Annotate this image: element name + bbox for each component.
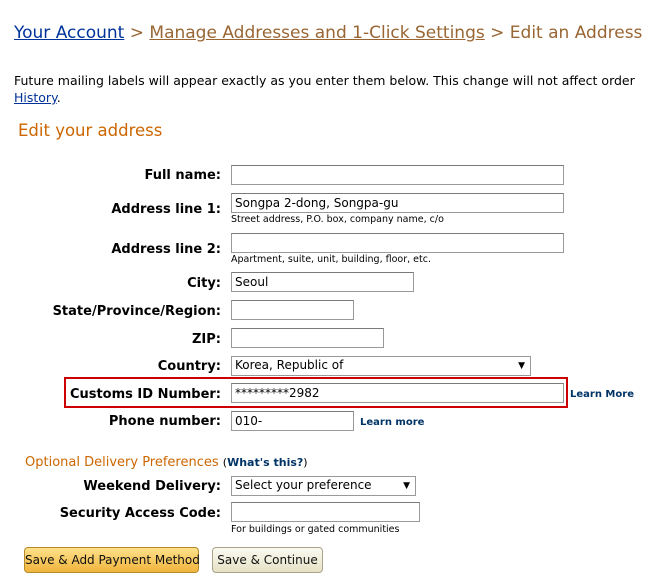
breadcrumb: Your Account > Manage Addresses and 1-Cl… [14,23,642,43]
section-title: Edit your address [18,121,163,140]
country-value: Korea, Republic of [235,358,344,372]
save-add-payment-button[interactable]: Save & Add Payment Method [24,547,200,573]
breadcrumb-manage-addresses-link[interactable]: Manage Addresses and 1-Click Settings [149,23,484,43]
breadcrumb-current: Edit an Address [509,23,643,43]
customs-id-learn-more-link[interactable]: Learn More [570,389,634,400]
full-name-field[interactable] [231,165,564,185]
whats-this-paren-close: ) [303,456,308,469]
address-line-1-label: Address line 1: [111,202,221,217]
zip-label: ZIP: [192,332,221,347]
weekend-delivery-value: Select your preference [235,478,372,492]
state-field[interactable] [231,300,354,320]
intro-period: . [56,90,61,105]
history-link[interactable]: History [14,90,57,105]
whats-this-link[interactable]: What's this? [227,456,303,469]
intro-text: Future mailing labels will appear exactl… [14,72,635,106]
address-line-2-field[interactable] [231,233,564,253]
breadcrumb-separator: > [129,23,144,43]
optional-delivery-title: Optional Delivery Preferences (What's th… [25,455,308,470]
dropdown-arrow-icon: ▼ [403,481,410,491]
country-label: Country: [157,359,221,374]
phone-learn-more-link[interactable]: Learn more [360,417,424,428]
security-code-label: Security Access Code: [59,506,221,521]
address-line-2-value [235,236,327,250]
customs-id-field[interactable]: *********2982 [231,383,564,403]
security-code-hint: For buildings or gated communities [231,524,400,535]
breadcrumb-separator: > [490,23,505,43]
dropdown-arrow-icon: ▼ [518,361,525,371]
address-line-1-hint: Street address, P.O. box, company name, … [231,214,444,225]
city-field[interactable]: Seoul [231,272,414,292]
phone-field[interactable]: 010- [231,411,354,431]
state-label: State/Province/Region: [52,304,221,319]
weekend-delivery-label: Weekend Delivery: [83,479,221,494]
address-line-2-hint: Apartment, suite, unit, building, floor,… [231,254,431,265]
address-line-2-label: Address line 2: [111,242,221,257]
intro-message: Future mailing labels will appear exactl… [14,73,635,88]
city-label: City: [187,276,221,291]
security-code-field[interactable] [231,502,420,522]
save-continue-button[interactable]: Save & Continue [212,547,323,573]
breadcrumb-your-account-link[interactable]: Your Account [14,23,124,43]
phone-label: Phone number: [108,414,221,429]
address-line-1-field[interactable]: Songpa 2-dong, Songpa-gu [231,193,564,213]
customs-id-label: Customs ID Number: [69,387,221,402]
zip-field[interactable] [231,328,384,348]
optional-delivery-heading: Optional Delivery Preferences [25,455,219,470]
full-name-value [235,168,281,182]
full-name-label: Full name: [144,168,221,183]
weekend-delivery-select[interactable]: Select your preference ▼ [231,476,416,496]
country-select[interactable]: Korea, Republic of ▼ [231,356,531,376]
